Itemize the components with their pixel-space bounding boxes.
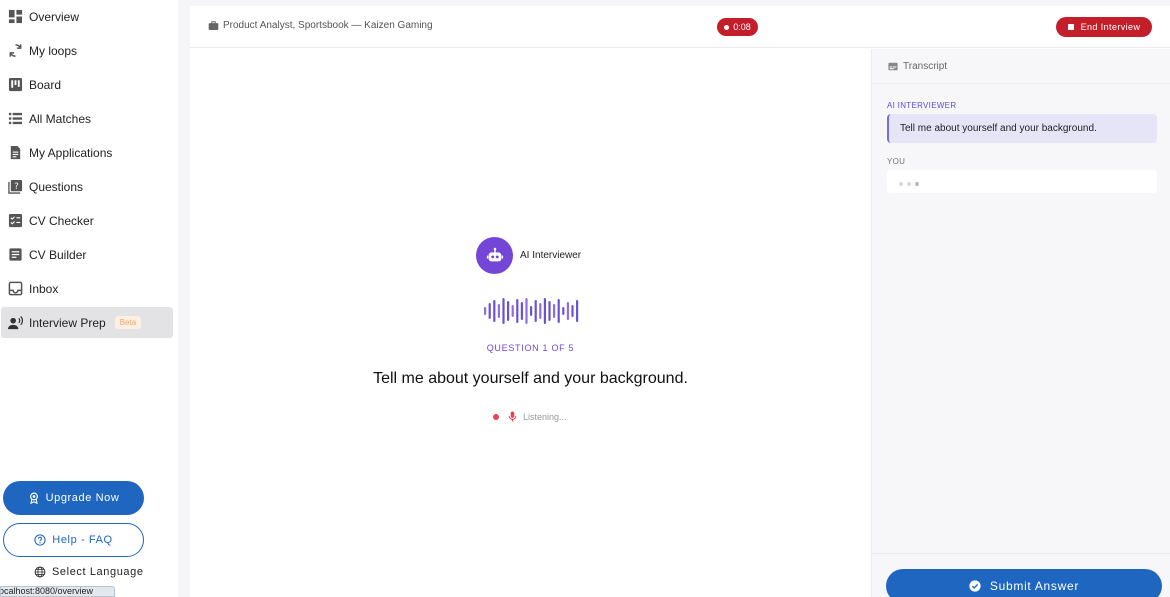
help-label: Help - FAQ — [52, 534, 113, 546]
record-voice-icon — [8, 315, 23, 330]
inbox-icon — [8, 281, 23, 296]
help-icon — [34, 534, 52, 546]
ai-speaker-label: AI INTERVIEWER — [887, 101, 957, 110]
waveform-bar — [497, 304, 500, 318]
sidebar-item-label: My loops — [29, 43, 78, 58]
checklist-icon — [8, 213, 23, 228]
interviewer-identity: AI Interviewer — [476, 237, 581, 274]
sidebar-item-label: My Applications — [29, 145, 113, 160]
transcript-header: Transcript — [872, 49, 1170, 84]
waveform-bar — [576, 300, 579, 322]
end-interview-label: End Interview — [1080, 22, 1141, 32]
sidebar-item-questions[interactable]: ? Questions — [1, 171, 173, 202]
upgrade-label: Upgrade Now — [45, 492, 120, 504]
sync-icon — [8, 43, 23, 58]
job-title: Product Analyst, Sportsbook — Kaizen Gam… — [223, 20, 433, 31]
sidebar-item-all-matches[interactable]: All Matches — [1, 103, 173, 134]
end-interview-button[interactable]: End Interview — [1056, 17, 1152, 37]
sidebar: Overview My loops Board All Matches My A… — [0, 0, 178, 597]
user-speaker-label: YOU — [887, 157, 906, 166]
waveform-bar — [548, 301, 551, 321]
listening-label: Listening... — [523, 411, 567, 422]
timer-value: 0:08 — [733, 22, 751, 32]
sidebar-item-label: Inbox — [29, 281, 59, 296]
status-bar-url: localhost:8080/overview — [0, 586, 115, 597]
sidebar-item-overview[interactable]: Overview — [1, 1, 173, 32]
waveform-bar — [516, 299, 519, 323]
recording-dot-icon — [493, 413, 499, 420]
briefcase-icon — [208, 20, 223, 31]
waveform-bar — [488, 303, 491, 319]
ai-message-bubble: Tell me about yourself and your backgrou… — [887, 114, 1157, 143]
article-icon — [8, 247, 23, 262]
waveform-bar — [530, 306, 533, 316]
beta-badge: Beta — [114, 316, 142, 329]
sidebar-item-interview-prep[interactable]: Interview Prep Beta — [1, 307, 173, 338]
submit-answer-button[interactable]: Submit Answer — [886, 569, 1162, 597]
sidebar-item-inbox[interactable]: Inbox — [1, 273, 173, 304]
sidebar-item-label: CV Checker — [29, 213, 94, 228]
sidebar-item-label: Interview Prep — [29, 315, 106, 330]
listening-status: Listening... — [493, 411, 567, 422]
sidebar-item-cv-checker[interactable]: CV Checker — [1, 205, 173, 236]
svg-text:?: ? — [14, 181, 18, 191]
waveform-bar — [566, 302, 569, 320]
interviewer-name: AI Interviewer — [520, 250, 582, 261]
record-dot-icon — [724, 24, 730, 30]
typing-indicator — [899, 173, 923, 191]
transcript-title: Transcript — [903, 60, 948, 72]
waveform-bar — [525, 298, 528, 324]
sidebar-item-label: Board — [29, 77, 62, 92]
waveform-bar — [562, 307, 565, 315]
question-counter: QUESTION 1 OF 5 — [486, 343, 575, 353]
kanban-board-icon — [8, 77, 23, 92]
document-icon — [8, 145, 23, 160]
user-message-bubble — [887, 170, 1157, 193]
waveform-bar — [520, 302, 523, 320]
interview-header: Product Analyst, Sportsbook — Kaizen Gam… — [190, 6, 1170, 48]
waveform-bar — [502, 298, 505, 324]
sidebar-item-my-applications[interactable]: My Applications — [1, 137, 173, 168]
waveform-bar — [539, 303, 542, 319]
audio-waveform — [484, 298, 579, 324]
waveform-bar — [553, 304, 556, 318]
stop-icon — [1067, 24, 1074, 30]
interview-stage: AI Interviewer QUESTION 1 OF 5 Tell me a… — [190, 49, 871, 597]
waveform-bar — [493, 300, 496, 322]
interview-main: Product Analyst, Sportsbook — Kaizen Gam… — [190, 6, 1170, 597]
dashboard-icon — [8, 9, 23, 24]
robot-avatar-icon — [476, 237, 513, 274]
waveform-bar — [557, 299, 560, 323]
sidebar-item-label: Questions — [29, 179, 84, 194]
current-question: Tell me about yourself and your backgrou… — [373, 370, 688, 387]
list-icon — [8, 111, 23, 126]
sidebar-item-board[interactable]: Board — [1, 69, 173, 100]
sidebar-item-label: All Matches — [29, 111, 92, 126]
upgrade-now-button[interactable]: Upgrade Now — [3, 481, 144, 515]
recording-timer: 0:08 — [717, 18, 758, 36]
language-label: Select Language — [52, 566, 144, 578]
submit-answer-label: Submit Answer — [989, 579, 1080, 593]
help-faq-button[interactable]: Help - FAQ — [3, 523, 144, 557]
award-icon — [28, 492, 46, 504]
sidebar-item-my-loops[interactable]: My loops — [1, 35, 173, 66]
sidebar-item-cv-builder[interactable]: CV Builder — [1, 239, 173, 270]
panel-divider — [872, 553, 1170, 554]
transcript-panel: Transcript AI INTERVIEWER Tell me about … — [871, 49, 1170, 597]
waveform-bar — [484, 307, 487, 315]
waveform-bar — [571, 305, 574, 317]
waveform-bar — [507, 301, 510, 321]
waveform-bar — [511, 305, 514, 317]
sidebar-item-label: CV Builder — [29, 247, 87, 262]
sidebar-item-label: Overview — [29, 9, 80, 24]
question-book-icon: ? — [8, 179, 23, 194]
subtitles-icon — [888, 62, 903, 71]
check-circle-icon — [969, 580, 990, 592]
job-context: Product Analyst, Sportsbook — Kaizen Gam… — [208, 20, 433, 31]
select-language-button[interactable]: Select Language — [34, 566, 144, 578]
microphone-icon — [508, 411, 523, 422]
waveform-bar — [543, 298, 546, 324]
waveform-bar — [534, 300, 537, 322]
globe-icon — [34, 566, 52, 578]
